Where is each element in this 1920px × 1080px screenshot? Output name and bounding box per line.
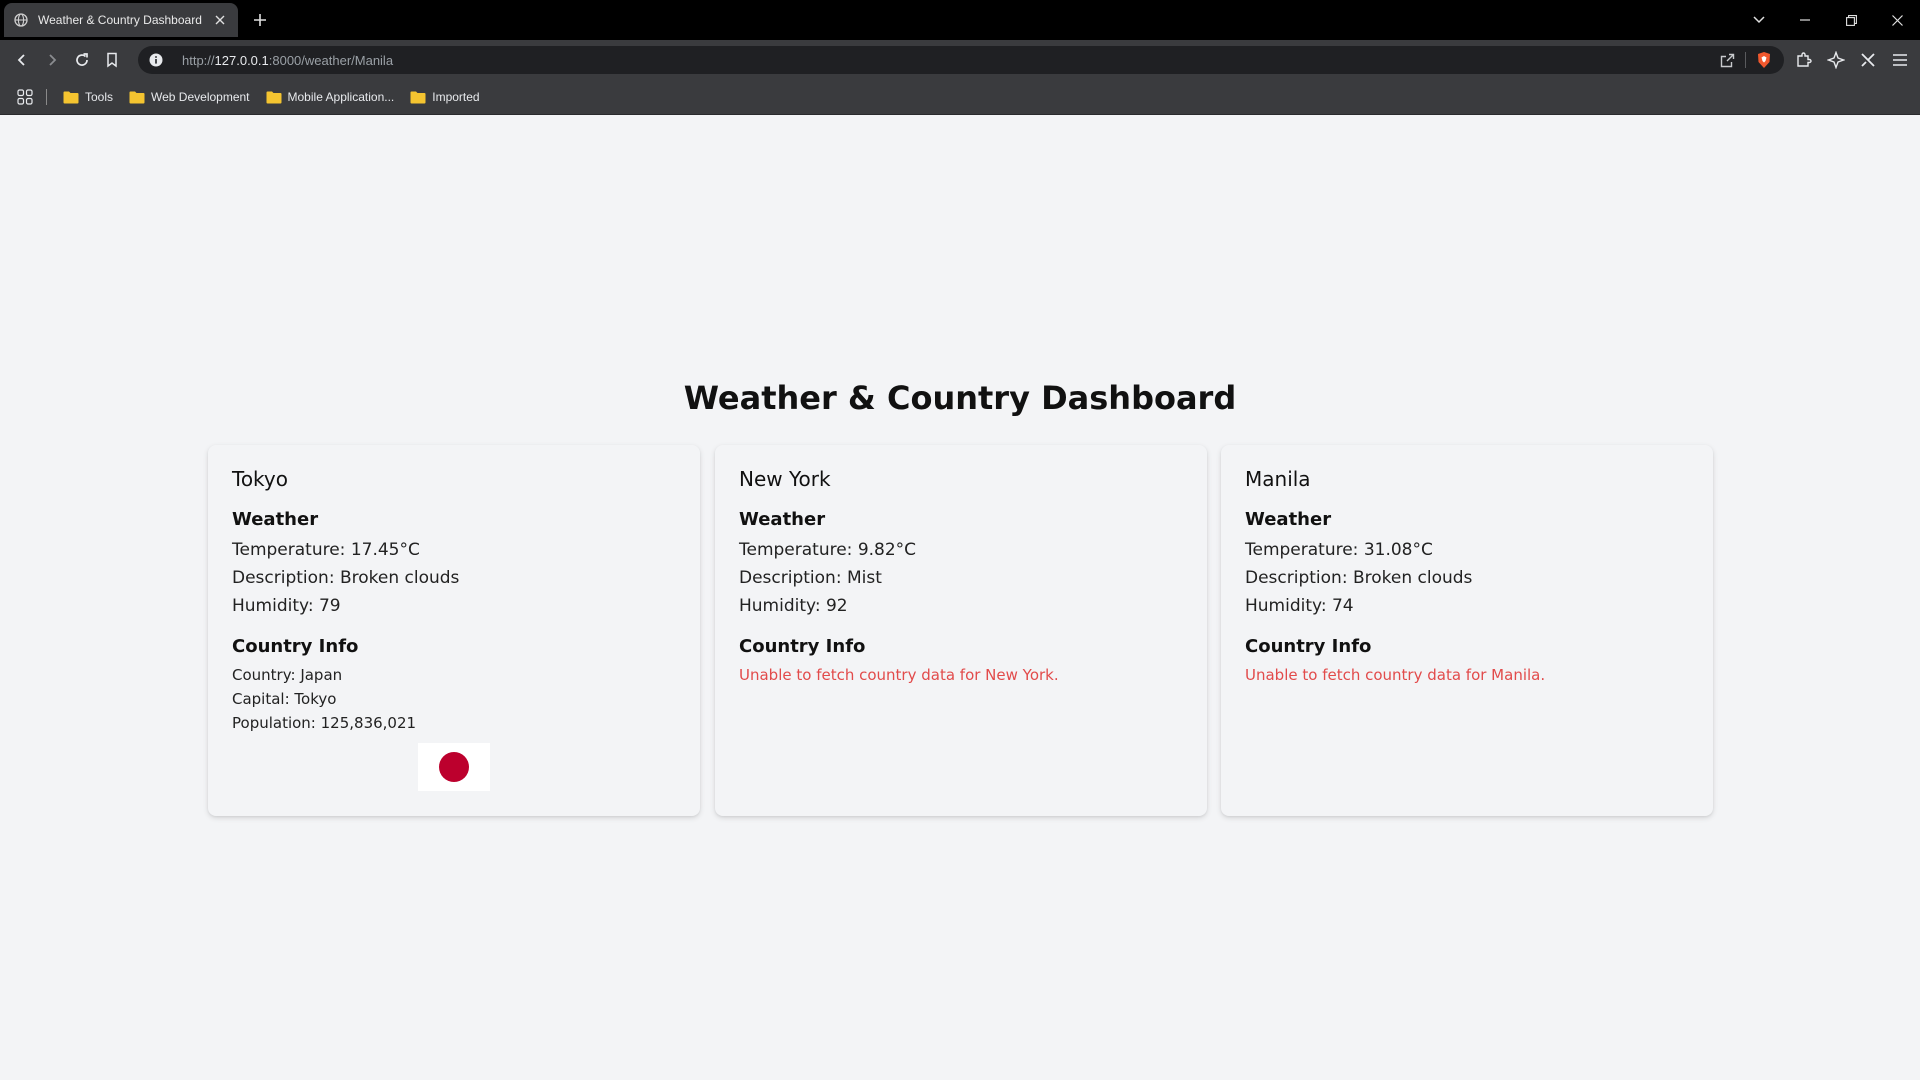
url-path: :8000/weather/Manila [268,52,394,68]
reload-icon[interactable] [70,48,94,72]
japan-flag-image [418,743,490,791]
humidity-text: Humidity: 74 [1245,596,1354,616]
weather-heading: Weather [739,509,826,530]
city-card-new-york: New York Weather Temperature: 9.82°C Des… [715,445,1207,816]
leo-ai-star-icon[interactable] [1826,48,1846,72]
folder-icon [266,91,282,104]
site-info-icon[interactable] [148,52,164,68]
country-error-message: Unable to fetch country data for Manila. [1245,666,1546,684]
tab-bar: Weather & Country Dashboard [0,0,1920,40]
weather-heading: Weather [232,509,319,530]
description-text: Description: Mist [739,568,882,588]
forward-arrow-icon[interactable] [40,48,64,72]
humidity-text: Humidity: 92 [739,596,848,616]
url-text: http://127.0.0.1:8000/weather/Manila [182,53,393,68]
weather-heading: Weather [1245,509,1332,530]
globe-icon [14,13,28,27]
minimize-icon[interactable] [1782,0,1828,40]
menu-hamburger-icon[interactable] [1890,48,1910,72]
share-icon[interactable] [1717,50,1737,70]
weather-section: Weather Temperature: 17.45°C Description… [232,509,676,620]
browser-tab[interactable]: Weather & Country Dashboard [4,3,238,37]
weather-section: Weather Temperature: 31.08°C Description… [1245,509,1689,620]
description-text: Description: Broken clouds [232,568,460,588]
folder-icon [63,91,79,104]
population-text: Population: 125,836,021 [232,714,417,732]
city-card-tokyo: Tokyo Weather Temperature: 17.45°C Descr… [208,445,700,816]
extensions-puzzle-icon[interactable] [1794,48,1814,72]
bookmarks-bar: Tools Web Development Mobile Application… [0,80,1920,115]
bookmark-label: Mobile Application... [287,90,395,104]
bookmark-label: Tools [85,90,114,104]
country-section: Country Info Unable to fetch country dat… [739,636,1183,687]
new-tab-icon[interactable] [248,8,272,32]
tab-title: Weather & Country Dashboard [38,13,202,27]
city-name: Manila [1245,467,1311,491]
page-content: Weather & Country Dashboard Tokyo Weathe… [0,115,1920,1080]
temperature-text: Temperature: 31.08°C [1245,540,1433,560]
bookmark-label: Web Development [151,90,250,104]
folder-icon [410,91,426,104]
url-scheme: http:// [182,52,215,68]
temperature-text: Temperature: 17.45°C [232,540,420,560]
page-title: Weather & Country Dashboard [683,379,1237,417]
bookmark-folder-mobile-application[interactable]: Mobile Application... [258,84,403,110]
restore-icon[interactable] [1828,0,1874,40]
url-divider [1745,52,1746,68]
description-text: Description: Broken clouds [1245,568,1473,588]
tools-wrench-icon[interactable] [1858,48,1878,72]
capital-text: Capital: Tokyo [232,690,337,708]
country-heading: Country Info [232,636,359,657]
brave-shield-icon[interactable] [1754,50,1774,70]
city-name: Tokyo [232,467,288,491]
country-section: Country Info Unable to fetch country dat… [1245,636,1689,687]
country-text: Country: Japan [232,666,343,684]
bookmarks-separator [46,89,47,105]
bookmark-icon[interactable] [100,48,124,72]
tab-search-chevron-icon[interactable] [1736,0,1782,40]
country-heading: Country Info [739,636,866,657]
humidity-text: Humidity: 79 [232,596,341,616]
url-host: 127.0.0.1 [214,52,269,68]
country-error-message: Unable to fetch country data for New Yor… [739,666,1059,684]
weather-section: Weather Temperature: 9.82°C Description:… [739,509,1183,620]
apps-grid-icon[interactable] [16,88,34,106]
browser-toolbar: http://127.0.0.1:8000/weather/Manila [0,40,1920,80]
bookmark-folder-web-development[interactable]: Web Development [121,84,258,110]
address-bar[interactable]: http://127.0.0.1:8000/weather/Manila [138,46,1784,74]
bookmark-folder-tools[interactable]: Tools [55,84,121,110]
temperature-text: Temperature: 9.82°C [739,540,917,560]
close-window-icon[interactable] [1874,0,1920,40]
bookmark-folder-imported[interactable]: Imported [402,84,487,110]
folder-icon [129,91,145,104]
city-card-manila: Manila Weather Temperature: 31.08°C Desc… [1221,445,1713,816]
city-name: New York [739,467,831,491]
bookmark-label: Imported [432,90,480,104]
country-section: Country Info Country: Japan Capital: Tok… [232,636,676,791]
close-tab-icon[interactable] [212,12,228,28]
country-heading: Country Info [1245,636,1372,657]
flag-disc [439,752,469,782]
back-arrow-icon[interactable] [10,48,34,72]
